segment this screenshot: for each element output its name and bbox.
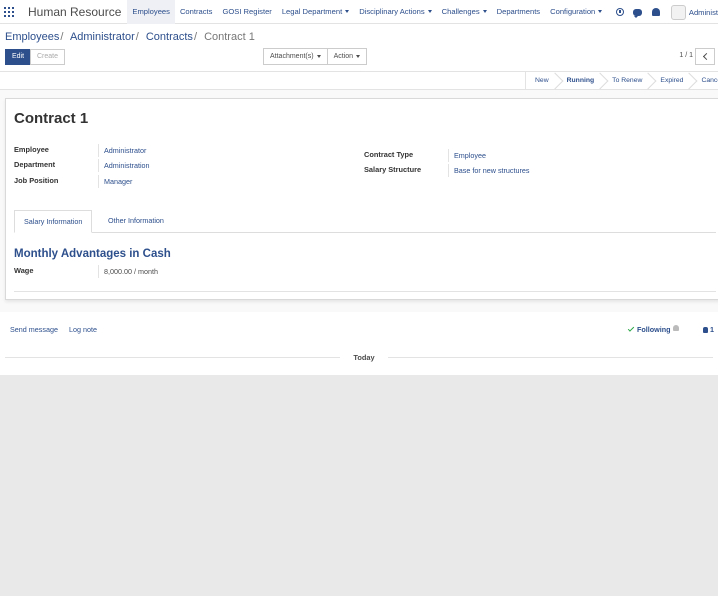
- breadcrumb: Employees/ Administrator/ Contracts/ Con…: [5, 31, 255, 43]
- systray: Administ: [611, 0, 718, 24]
- divider: [14, 291, 716, 292]
- breadcrumb-separator: /: [135, 31, 139, 43]
- followers-button[interactable]: 1: [703, 325, 714, 334]
- menu-item-gosi-register[interactable]: GOSI Register: [217, 0, 276, 24]
- breadcrumb-separator: /: [60, 31, 64, 43]
- caret-down-icon: [316, 54, 321, 58]
- department-label: Department: [14, 160, 56, 169]
- salary-structure-label: Salary Structure: [364, 165, 422, 174]
- stage-running[interactable]: Running: [558, 72, 604, 90]
- chevron-left-icon: [702, 52, 710, 61]
- menu-item-legal-department[interactable]: Legal Department: [277, 0, 354, 24]
- wage-field[interactable]: 8,000.00 / month: [98, 265, 158, 278]
- breadcrumb-administrator[interactable]: Administrator: [70, 31, 135, 43]
- stage-expired[interactable]: Expired: [651, 72, 692, 90]
- contract-title: Contract 1: [14, 110, 89, 127]
- menu-item-challenges[interactable]: Challenges: [437, 0, 492, 24]
- caret-down-icon: [427, 10, 432, 13]
- employee-field[interactable]: Administrator: [98, 144, 146, 157]
- notebook-tabs: Salary Information Other Information: [14, 210, 716, 233]
- control-panel: Employees/ Administrator/ Contracts/ Con…: [0, 24, 718, 72]
- tab-salary-information[interactable]: Salary Information: [14, 210, 93, 233]
- user-icon: [703, 327, 708, 333]
- sidebar-actions: Attachment(s) Action: [263, 48, 368, 65]
- pager-value[interactable]: 1 / 1: [679, 52, 693, 59]
- divider: [388, 357, 713, 358]
- clock-icon: [615, 8, 624, 16]
- caret-down-icon: [356, 54, 361, 58]
- stage-cancel[interactable]: Cancel: [692, 72, 718, 90]
- caret-down-icon: [345, 10, 350, 13]
- tab-other-information[interactable]: Other Information: [99, 210, 173, 233]
- salary-structure-field[interactable]: Base for new structures: [448, 164, 530, 177]
- create-button[interactable]: Create: [30, 49, 66, 65]
- stage-new[interactable]: New: [526, 72, 558, 90]
- user-menu[interactable]: Administ: [689, 8, 718, 17]
- menu-item-departments[interactable]: Departments: [492, 0, 545, 24]
- following-button[interactable]: Following: [627, 325, 671, 334]
- employee-label: Employee: [14, 145, 49, 154]
- messages-button[interactable]: [629, 0, 647, 24]
- menu-item-contracts[interactable]: Contracts: [175, 0, 218, 24]
- edit-button[interactable]: Edit: [5, 49, 32, 65]
- department-field[interactable]: Administration: [98, 159, 150, 172]
- avatar[interactable]: [670, 4, 686, 20]
- contract-type-field[interactable]: Employee: [448, 149, 486, 162]
- main-menu: Employees Contracts GOSI Register Legal …: [127, 0, 607, 24]
- pager-previous-button[interactable]: [695, 48, 715, 65]
- notifications-button[interactable]: [647, 0, 665, 24]
- menu-item-employees[interactable]: Employees: [127, 0, 175, 24]
- wage-label: Wage: [14, 266, 34, 275]
- date-separator: Today: [353, 353, 375, 362]
- app-name[interactable]: Human Resource: [28, 5, 121, 19]
- bell-icon: [651, 8, 660, 16]
- attachments-dropdown[interactable]: Attachment(s): [263, 48, 328, 65]
- menu-item-configuration[interactable]: Configuration: [545, 0, 607, 24]
- section-title: Monthly Advantages in Cash: [14, 248, 171, 260]
- check-icon: [627, 325, 635, 332]
- send-message-button[interactable]: Send message: [10, 325, 58, 334]
- statusbar: New Running To Renew Expired Cancel: [0, 72, 718, 90]
- apps-icon[interactable]: [4, 6, 14, 17]
- top-navbar: Human Resource Employees Contracts GOSI …: [0, 0, 718, 24]
- chat-icon: [633, 8, 643, 18]
- activities-button[interactable]: [611, 0, 629, 24]
- form-sheet: Contract 1 Employee Administrator Depart…: [5, 98, 718, 300]
- breadcrumb-separator: /: [193, 31, 197, 43]
- chatter: Send message Log note Following 1 Today: [0, 312, 718, 375]
- menu-item-disciplinary-actions[interactable]: Disciplinary Actions: [354, 0, 436, 24]
- caret-down-icon: [482, 10, 487, 13]
- contract-type-label: Contract Type: [364, 150, 414, 159]
- stage-to-renew[interactable]: To Renew: [603, 72, 651, 90]
- log-note-button[interactable]: Log note: [69, 325, 97, 334]
- job-position-label: Job Position: [14, 176, 59, 185]
- bell-icon[interactable]: [673, 325, 679, 331]
- breadcrumb-current: Contract 1: [204, 31, 255, 43]
- action-dropdown[interactable]: Action: [327, 48, 368, 65]
- breadcrumb-contracts[interactable]: Contracts: [146, 31, 193, 43]
- breadcrumb-employees[interactable]: Employees: [5, 31, 59, 43]
- caret-down-icon: [598, 10, 603, 13]
- job-position-field[interactable]: Manager: [98, 175, 132, 188]
- stage-selector: New Running To Renew Expired Cancel: [525, 72, 718, 90]
- divider: [5, 357, 340, 358]
